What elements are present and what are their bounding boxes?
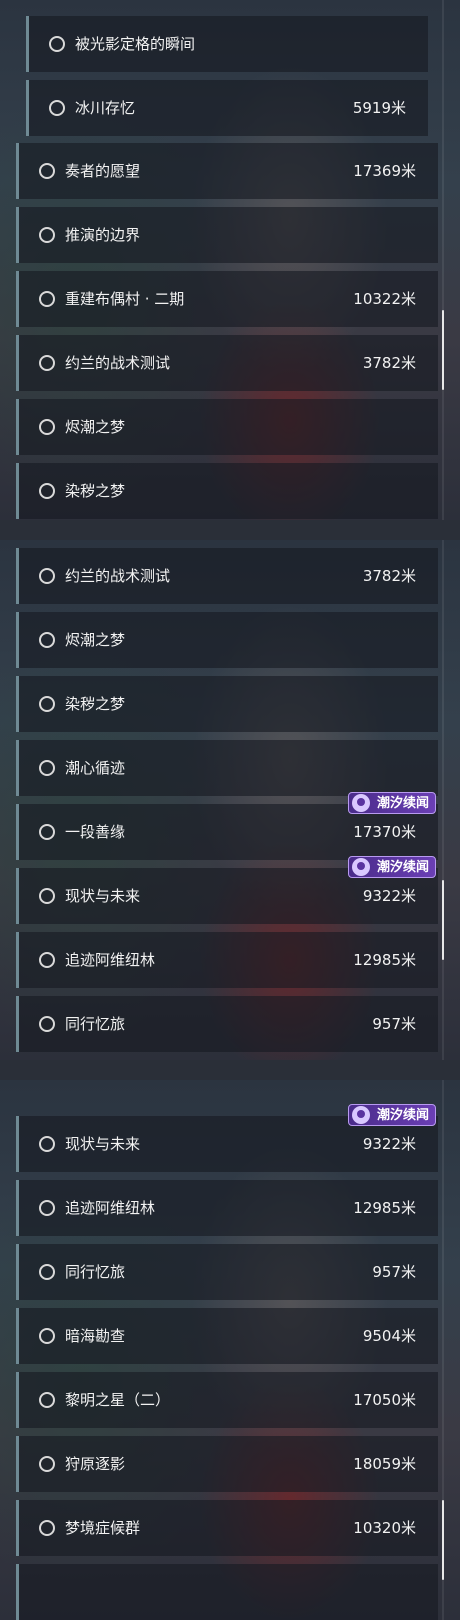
quest-name: 现状与未来 xyxy=(65,887,141,905)
quest-row[interactable]: 暗海勘查 9504米 xyxy=(16,1308,438,1364)
scrollbar-thumb[interactable] xyxy=(442,1500,444,1580)
tide-sequel-icon xyxy=(351,858,370,876)
quest-name: 染秽之梦 xyxy=(65,695,126,713)
tide-sequel-icon xyxy=(351,1106,370,1124)
quest-distance: 17369米 xyxy=(353,162,416,180)
quest-row[interactable]: 冰川存忆 5919米 xyxy=(26,80,428,136)
quest-list-panel-3: 现状与未来 9322米 潮汐续闻 追迹阿维纽林 12985米 同行忆旅 957米… xyxy=(0,1080,460,1620)
tide-sequel-badge: 潮汐续闻 xyxy=(347,792,436,814)
quest-name: 梦境症候群 xyxy=(65,1519,141,1537)
quest-row[interactable]: 梦境症候群 10320米 xyxy=(16,1500,438,1556)
quest-distance: 3782米 xyxy=(362,567,416,585)
quest-status-circle-icon xyxy=(39,419,55,435)
quest-name: 推演的边界 xyxy=(65,226,141,244)
quest-distance: 3782米 xyxy=(362,354,416,372)
quest-status-circle-icon xyxy=(39,1392,55,1408)
quest-status-circle-icon xyxy=(39,1264,55,1280)
quest-status-circle-icon xyxy=(39,824,55,840)
quest-name: 追迹阿维纽林 xyxy=(65,951,156,969)
quest-status-circle-icon xyxy=(39,483,55,499)
quest-row[interactable]: 追迹阿维纽林 12985米 xyxy=(16,1180,438,1236)
quest-row[interactable]: 被光影定格的瞬间 xyxy=(26,16,428,72)
quest-row[interactable]: 一段善缘 17370米 潮汐续闻 xyxy=(16,792,438,860)
quest-status-circle-icon xyxy=(39,355,55,371)
quest-name: 约兰的战术测试 xyxy=(65,354,171,372)
quest-row[interactable]: 约兰的战术测试 3782米 xyxy=(16,335,438,391)
quest-row[interactable]: 同行忆旅 957米 xyxy=(16,1244,438,1300)
quest-name: 约兰的战术测试 xyxy=(65,567,171,585)
quest-name: 同行忆旅 xyxy=(65,1263,126,1281)
quest-distance: 957米 xyxy=(372,1015,416,1033)
badge-label: 潮汐续闻 xyxy=(376,796,429,811)
quest-name: 被光影定格的瞬间 xyxy=(75,35,196,53)
quest-row[interactable]: 约兰的战术测试 3782米 xyxy=(16,548,438,604)
quest-status-circle-icon xyxy=(39,696,55,712)
scrollbar-thumb[interactable] xyxy=(442,310,444,390)
quest-status-circle-icon xyxy=(39,952,55,968)
quest-name: 暗海勘查 xyxy=(65,1327,126,1345)
scrollbar-thumb[interactable] xyxy=(442,880,444,960)
quest-row[interactable]: 烬潮之梦 xyxy=(16,612,438,668)
quest-status-circle-icon xyxy=(39,163,55,179)
quest-row[interactable]: 染秽之梦 xyxy=(16,463,438,519)
badge-label: 潮汐续闻 xyxy=(376,860,429,875)
quest-status-circle-icon xyxy=(39,888,55,904)
tide-sequel-icon xyxy=(351,794,370,812)
tide-sequel-badge: 潮汐续闻 xyxy=(347,856,436,878)
quest-row[interactable]: 狩原逐影 18059米 xyxy=(16,1436,438,1492)
quest-status-circle-icon xyxy=(39,760,55,776)
quest-distance: 9504米 xyxy=(362,1327,416,1345)
tide-sequel-badge: 潮汐续闻 xyxy=(347,1104,436,1126)
quest-row[interactable]: 烬潮之梦 xyxy=(16,399,438,455)
quest-row[interactable]: 奏者的愿望 17369米 xyxy=(16,143,438,199)
quest-list-panel-2: 约兰的战术测试 3782米 烬潮之梦 染秽之梦 潮心循迹 一段善缘 17370米… xyxy=(0,540,460,1060)
quest-status-circle-icon xyxy=(39,1200,55,1216)
quest-row[interactable]: 追迹阿维纽林 12985米 xyxy=(16,932,438,988)
quest-status-circle-icon xyxy=(39,1136,55,1152)
quest-name: 奏者的愿望 xyxy=(65,162,141,180)
quest-row[interactable]: 现状与未来 9322米 潮汐续闻 xyxy=(16,1104,438,1172)
quest-status-circle-icon xyxy=(39,291,55,307)
quest-distance: 957米 xyxy=(372,1263,416,1281)
quest-name: 重建布偶村 · 二期 xyxy=(65,290,185,308)
quest-status-circle-icon xyxy=(39,227,55,243)
quest-status-circle-icon xyxy=(39,1328,55,1344)
quest-distance: 10322米 xyxy=(353,290,416,308)
quest-list-panel-1: 被光影定格的瞬间 冰川存忆 5919米 奏者的愿望 17369米 推演的边界 重… xyxy=(0,0,460,520)
quest-name: 同行忆旅 xyxy=(65,1015,126,1033)
quest-distance: 10320米 xyxy=(353,1519,416,1537)
quest-status-circle-icon xyxy=(39,1456,55,1472)
quest-status-circle-icon xyxy=(39,1520,55,1536)
quest-distance: 17050米 xyxy=(353,1391,416,1409)
quest-row[interactable]: 染秽之梦 xyxy=(16,676,438,732)
quest-row-partial[interactable] xyxy=(16,1564,438,1620)
quest-status-circle-icon xyxy=(39,632,55,648)
quest-row[interactable]: 现状与未来 9322米 潮汐续闻 xyxy=(16,856,438,924)
quest-name: 狩原逐影 xyxy=(65,1455,126,1473)
quest-row[interactable]: 推演的边界 xyxy=(16,207,438,263)
quest-row[interactable]: 同行忆旅 957米 xyxy=(16,996,438,1052)
quest-row[interactable]: 重建布偶村 · 二期 10322米 xyxy=(16,271,438,327)
quest-status-circle-icon xyxy=(49,36,65,52)
quest-name: 染秽之梦 xyxy=(65,482,126,500)
quest-status-circle-icon xyxy=(49,100,65,116)
quest-status-circle-icon xyxy=(39,1016,55,1032)
quest-name: 现状与未来 xyxy=(65,1135,141,1153)
quest-distance: 12985米 xyxy=(353,951,416,969)
quest-name: 黎明之星（二） xyxy=(65,1391,171,1409)
quest-name: 潮心循迹 xyxy=(65,759,126,777)
quest-name: 烬潮之梦 xyxy=(65,418,126,436)
quest-distance: 12985米 xyxy=(353,1199,416,1217)
quest-name: 冰川存忆 xyxy=(75,99,136,117)
quest-name: 追迹阿维纽林 xyxy=(65,1199,156,1217)
quest-name: 一段善缘 xyxy=(65,823,126,841)
quest-distance: 18059米 xyxy=(353,1455,416,1473)
quest-row[interactable]: 潮心循迹 xyxy=(16,740,438,796)
quest-status-circle-icon xyxy=(39,568,55,584)
badge-label: 潮汐续闻 xyxy=(376,1108,429,1123)
quest-distance: 5919米 xyxy=(352,99,406,117)
quest-name: 烬潮之梦 xyxy=(65,631,126,649)
quest-row[interactable]: 黎明之星（二） 17050米 xyxy=(16,1372,438,1428)
